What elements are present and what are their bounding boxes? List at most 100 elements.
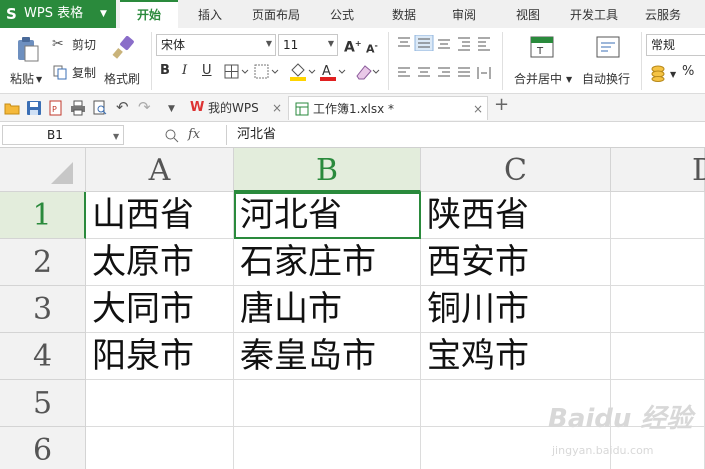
spreadsheet-file-icon	[295, 102, 309, 116]
cell-c1[interactable]: 陕西省	[421, 192, 611, 239]
tab-label: 工作簿1.xlsx *	[313, 102, 395, 116]
horizontal-align-icons[interactable]	[396, 65, 496, 81]
tab-formulas[interactable]: 公式	[320, 0, 364, 28]
cut-label: 剪切	[72, 38, 97, 52]
currency-format-icon[interactable]	[650, 64, 670, 82]
cell-a5[interactable]	[86, 380, 234, 427]
redo-icon[interactable]: ↷	[138, 100, 151, 115]
cell-a1[interactable]: 山西省	[86, 192, 234, 239]
cell-b4[interactable]: 秦皇岛市	[234, 333, 421, 380]
watermark-main-text: Baidu 经验	[548, 404, 693, 434]
borders-icon[interactable]	[224, 64, 250, 80]
svg-text:A: A	[322, 64, 331, 79]
row-header-3[interactable]: 3	[0, 286, 86, 333]
tab-view[interactable]: 视图	[506, 0, 550, 28]
folder-open-icon[interactable]	[4, 101, 20, 115]
tab-page-layout[interactable]: 页面布局	[244, 0, 308, 28]
cell-d4[interactable]	[611, 333, 705, 380]
copy-button[interactable]: 复制	[52, 64, 100, 82]
watermark-url-text: jingyan.baidu.com	[552, 444, 654, 457]
tab-developer[interactable]: 开发工具	[562, 0, 626, 28]
italic-button[interactable]: I	[182, 64, 187, 78]
format-painter-button[interactable]: 格式刷	[104, 34, 146, 90]
save-icon[interactable]	[26, 100, 42, 116]
cell-c4[interactable]: 宝鸡市	[421, 333, 611, 380]
cell-d2[interactable]	[611, 239, 705, 286]
select-all-corner[interactable]	[0, 148, 86, 192]
print-preview-icon[interactable]	[92, 100, 108, 116]
font-size-select[interactable]: 11 ▼	[278, 34, 338, 56]
percent-format-button[interactable]: %	[682, 65, 694, 79]
tab-insert[interactable]: 插入	[188, 0, 232, 28]
row-header-1[interactable]: 1	[0, 192, 86, 239]
close-icon[interactable]: ×	[272, 101, 282, 115]
name-box[interactable]: B1 ▼	[2, 125, 124, 145]
chevron-down-icon[interactable]: ▼	[168, 102, 175, 116]
app-menu-button[interactable]: S WPS 表格 ▼	[0, 0, 116, 28]
tab-my-wps[interactable]: W 我的WPS ×	[186, 96, 284, 120]
cell-a4[interactable]: 阳泉市	[86, 333, 234, 380]
svg-text:T: T	[536, 46, 544, 57]
chevron-down-icon: ▼	[670, 70, 677, 79]
clear-format-icon[interactable]	[354, 62, 380, 82]
cell-b6[interactable]	[234, 427, 421, 469]
font-color-icon[interactable]: A	[318, 62, 346, 82]
row-header-5[interactable]: 5	[0, 380, 86, 427]
tab-workbook1[interactable]: 工作簿1.xlsx * ×	[288, 96, 488, 120]
print-icon[interactable]	[70, 100, 86, 116]
export-pdf-icon[interactable]: P	[48, 100, 64, 116]
column-header-b[interactable]: B	[234, 148, 421, 192]
cell-c2[interactable]: 西安市	[421, 239, 611, 286]
cut-button[interactable]: ✂ 剪切	[52, 36, 100, 54]
formula-input[interactable]: 河北省	[226, 125, 705, 145]
cell-a3[interactable]: 大同市	[86, 286, 234, 333]
close-icon[interactable]: ×	[473, 102, 483, 116]
scissors-icon: ✂	[52, 36, 64, 52]
cell-b1[interactable]: 河北省	[234, 192, 421, 239]
format-painter-label: 格式刷	[104, 72, 141, 86]
cell-a6[interactable]	[86, 427, 234, 469]
tab-home[interactable]: 开始	[120, 0, 178, 28]
vertical-align-icons[interactable]	[396, 35, 496, 51]
column-header-a[interactable]: A	[86, 148, 234, 192]
row-header-4[interactable]: 4	[0, 333, 86, 380]
cell-d3[interactable]	[611, 286, 705, 333]
column-header-d[interactable]: D	[611, 148, 705, 192]
ribbon-divider	[502, 32, 503, 90]
row-header-2[interactable]: 2	[0, 239, 86, 286]
paste-button[interactable]: 粘贴 ▼	[8, 34, 48, 90]
ribbon-divider	[151, 32, 152, 90]
ribbon-divider	[388, 32, 389, 90]
tab-review[interactable]: 审阅	[442, 0, 486, 28]
fill-pattern-icon[interactable]	[254, 64, 280, 80]
cell-a2[interactable]: 太原市	[86, 239, 234, 286]
undo-icon[interactable]: ↶	[116, 100, 129, 115]
copy-label: 复制	[72, 66, 97, 80]
underline-button[interactable]: U	[202, 64, 212, 78]
increase-font-icon[interactable]: A+	[344, 37, 362, 55]
number-format-select[interactable]: 常规	[646, 34, 705, 56]
insert-function-button[interactable]: fx	[188, 128, 200, 142]
bold-button[interactable]: B	[160, 64, 170, 78]
new-tab-plus-icon[interactable]: +	[494, 96, 509, 114]
row-header-6[interactable]: 6	[0, 427, 86, 469]
fill-color-icon[interactable]	[288, 62, 316, 82]
zoom-search-icon[interactable]	[164, 128, 180, 144]
wrap-text-button[interactable]: 自动换行	[580, 34, 636, 90]
cell-b5[interactable]	[234, 380, 421, 427]
cell-d1[interactable]	[611, 192, 705, 239]
tab-label: 我的WPS	[208, 101, 259, 115]
copy-icon	[53, 65, 67, 80]
tab-cloud-service[interactable]: 云服务	[636, 0, 690, 28]
tab-data[interactable]: 数据	[382, 0, 426, 28]
decrease-font-icon[interactable]: A-	[366, 39, 378, 57]
font-name-select[interactable]: 宋体 ▼	[156, 34, 276, 56]
column-header-c[interactable]: C	[421, 148, 611, 192]
cell-c3[interactable]: 铜川市	[421, 286, 611, 333]
cell-b2[interactable]: 石家庄市	[234, 239, 421, 286]
svg-text:P: P	[52, 105, 57, 114]
chevron-down-icon: ▼	[265, 39, 272, 48]
merge-center-button[interactable]: T 合并居中 ▼	[510, 34, 574, 90]
cell-b3[interactable]: 唐山市	[234, 286, 421, 333]
wps-logo-icon: S	[6, 5, 17, 23]
